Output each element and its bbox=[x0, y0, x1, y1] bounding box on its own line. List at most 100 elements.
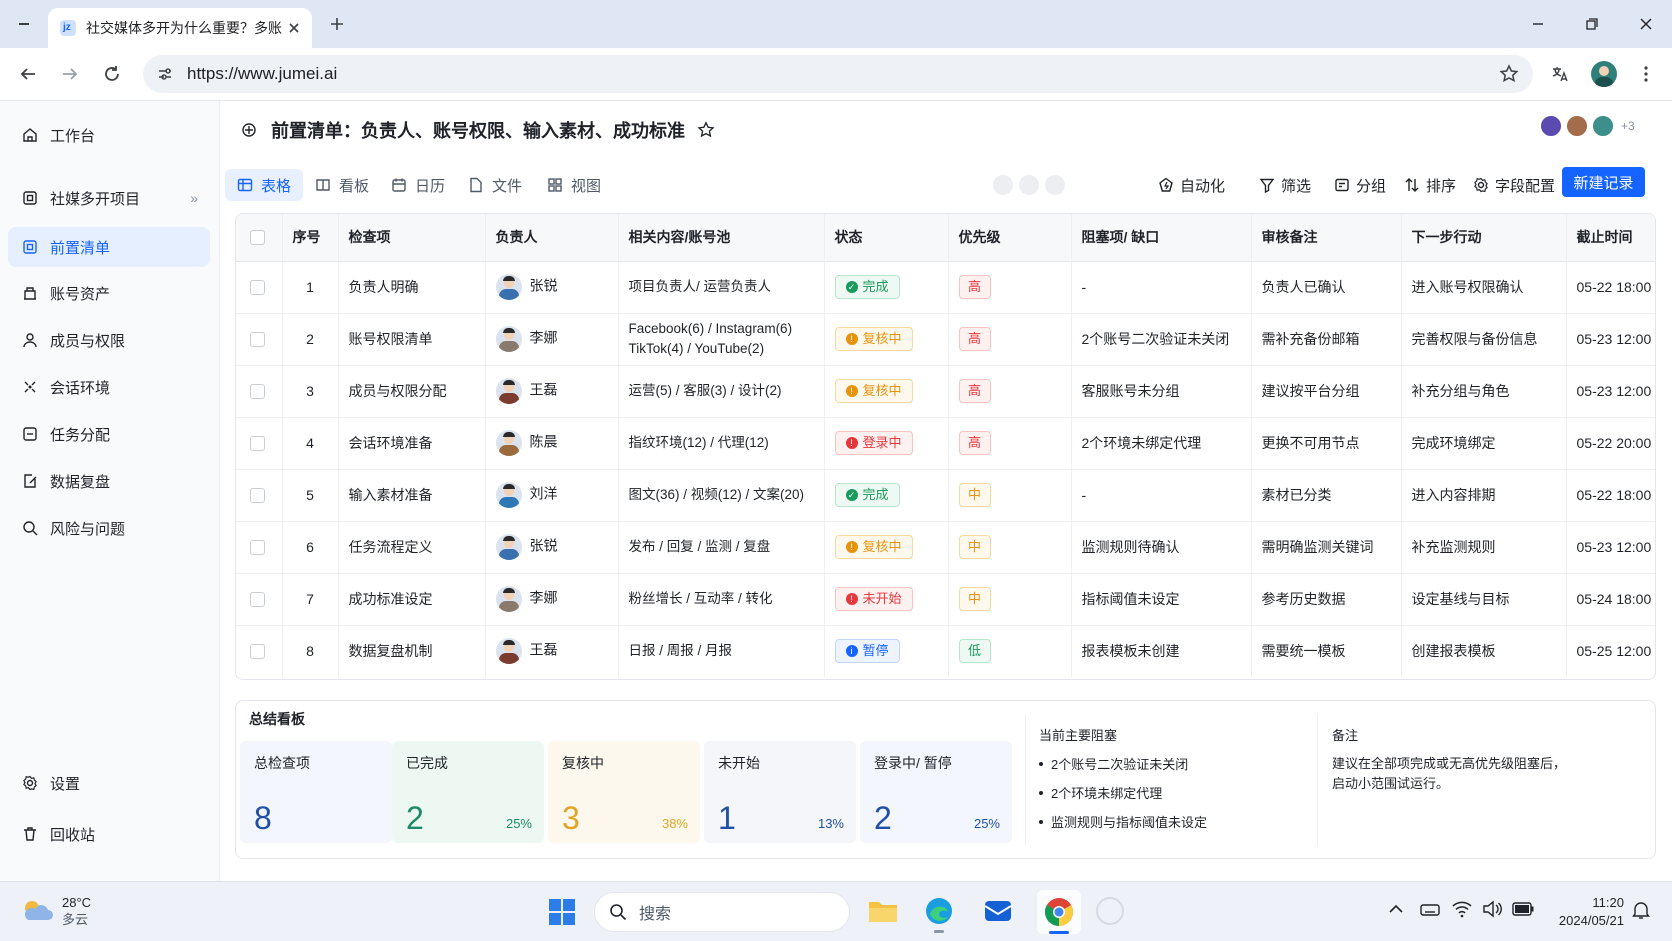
status-badge[interactable]: ! 未开始 bbox=[834, 587, 913, 611]
clock[interactable]: 11:20 2024/05/21 bbox=[1538, 894, 1624, 930]
hide-field-icon[interactable] bbox=[1019, 175, 1039, 195]
sidebar-item-data[interactable]: 数据复盘 bbox=[8, 461, 210, 501]
minimize-icon[interactable] bbox=[1524, 10, 1552, 38]
status-cell[interactable]: ! 登录中 bbox=[824, 417, 949, 470]
check-item[interactable]: 输入素材准备 bbox=[338, 469, 486, 522]
file-explorer-icon[interactable] bbox=[868, 898, 898, 924]
battery-icon[interactable] bbox=[1512, 902, 1534, 916]
priority-cell[interactable]: 低 bbox=[948, 625, 1072, 677]
sidebar-item-session[interactable]: 会话环境 bbox=[8, 367, 210, 407]
priority-cell[interactable]: 高 bbox=[948, 365, 1072, 418]
row-select-cell[interactable] bbox=[236, 573, 283, 626]
row-checkbox[interactable] bbox=[250, 591, 265, 607]
owner-cell[interactable]: 张锐 bbox=[485, 261, 619, 314]
status-badge[interactable]: ! 复核中 bbox=[834, 379, 913, 403]
status-badge[interactable]: ! 复核中 bbox=[834, 535, 913, 559]
new-record-button[interactable]: 新建记录 bbox=[1562, 167, 1645, 197]
check-item[interactable]: 成员与权限分配 bbox=[338, 365, 486, 418]
notification-bell-icon[interactable] bbox=[1632, 900, 1650, 920]
column-header[interactable]: 优先级 bbox=[948, 214, 1072, 262]
column-header[interactable]: 相关内容/账号池 bbox=[618, 214, 825, 262]
priority-badge[interactable]: 中 bbox=[958, 535, 991, 559]
restore-icon[interactable] bbox=[1578, 10, 1606, 38]
tab-kanban[interactable]: 看板 bbox=[303, 169, 381, 201]
tab-calendar[interactable]: 日历 bbox=[379, 169, 457, 201]
status-badge[interactable]: ✓ 完成 bbox=[834, 275, 900, 299]
row-select-cell[interactable] bbox=[236, 417, 283, 470]
summary-card-total[interactable]: 总检查项 8 bbox=[240, 741, 392, 843]
column-header[interactable]: 负责人 bbox=[485, 214, 619, 262]
sidebar-item-tasks[interactable]: 任务分配 bbox=[8, 414, 210, 454]
row-checkbox[interactable] bbox=[250, 487, 265, 503]
owner-cell[interactable]: 王磊 bbox=[485, 625, 619, 677]
row-checkbox[interactable] bbox=[250, 643, 265, 659]
owner-cell[interactable]: 刘洋 bbox=[485, 469, 619, 522]
row-select-cell[interactable] bbox=[236, 625, 283, 677]
sidebar-item-checklist[interactable]: 前置清单 bbox=[8, 227, 210, 267]
edge-icon[interactable] bbox=[924, 896, 954, 933]
status-cell[interactable]: ✓ 完成 bbox=[824, 261, 949, 314]
url-text[interactable]: https://www.jumei.ai bbox=[187, 64, 337, 84]
table-row[interactable]: 6 任务流程定义 张锐 发布 / 回复 / 监测 / 复盘! 复核中 中 监测规则待确认 需明… bbox=[236, 521, 1655, 574]
summary-card-reviewing[interactable]: 复核中 3 38% bbox=[548, 741, 700, 843]
sidebar-item-workbench[interactable]: 工作台 bbox=[8, 115, 210, 155]
bookmark-star-icon[interactable] bbox=[1499, 64, 1519, 84]
favorite-star-icon[interactable] bbox=[697, 121, 715, 139]
sidebar-item-project[interactable]: 社媒多开项目 » bbox=[8, 178, 210, 218]
owner-cell[interactable]: 张锐 bbox=[485, 521, 619, 574]
status-cell[interactable]: ✓ 完成 bbox=[824, 469, 949, 522]
summary-card-not-started[interactable]: 未开始 1 13% bbox=[704, 741, 856, 843]
status-cell[interactable]: ! 复核中 bbox=[824, 521, 949, 574]
reload-icon[interactable] bbox=[96, 58, 128, 90]
close-tab-icon[interactable] bbox=[288, 22, 300, 34]
collaborators[interactable]: +3 bbox=[1539, 114, 1635, 138]
weather-widget[interactable]: 28°C 多云 bbox=[20, 894, 91, 928]
summary-card-done[interactable]: 已完成 2 25% bbox=[392, 741, 544, 843]
table-row[interactable]: 1 负责人明确 张锐 项目负责人/ 运营负责人 ✓ 完成 高 - 负责人已确认 进入账号权限确认 0… bbox=[236, 261, 1655, 314]
row-checkbox[interactable] bbox=[250, 383, 265, 399]
status-cell[interactable]: i 暂停 bbox=[824, 625, 949, 677]
forward-icon[interactable] bbox=[54, 58, 86, 90]
table-row[interactable]: 8 数据复盘机制 王磊 日报 / 周报 / 月报 i 暂停 低 报表模板未创建 需要统一模板 创建… bbox=[236, 625, 1655, 677]
column-header[interactable]: 下一步行动 bbox=[1401, 214, 1567, 262]
check-item[interactable]: 数据复盘机制 bbox=[338, 625, 486, 677]
wifi-icon[interactable] bbox=[1452, 900, 1472, 918]
row-select-cell[interactable] bbox=[236, 261, 283, 314]
tab-table[interactable]: 表格 bbox=[225, 169, 304, 201]
row-select-cell[interactable] bbox=[236, 313, 283, 366]
priority-cell[interactable]: 高 bbox=[948, 313, 1072, 366]
sidebar-item-assets[interactable]: 账号资产 bbox=[8, 273, 210, 313]
check-item[interactable]: 任务流程定义 bbox=[338, 521, 486, 574]
new-tab-icon[interactable] bbox=[323, 10, 351, 38]
column-header[interactable]: 截止时间 bbox=[1566, 214, 1655, 262]
tab-views[interactable]: 视图 bbox=[535, 169, 613, 201]
row-checkbox[interactable] bbox=[250, 279, 265, 295]
more-icon[interactable] bbox=[1045, 175, 1065, 195]
owner-cell[interactable]: 李娜 bbox=[485, 573, 619, 626]
hide-field-icon[interactable] bbox=[993, 175, 1013, 195]
priority-cell[interactable]: 高 bbox=[948, 261, 1072, 314]
row-select-cell[interactable] bbox=[236, 469, 283, 522]
keyboard-icon[interactable] bbox=[1420, 902, 1440, 918]
row-checkbox[interactable] bbox=[250, 435, 265, 451]
tray-chevron-icon[interactable] bbox=[1388, 904, 1404, 914]
owner-cell[interactable]: 王磊 bbox=[485, 365, 619, 418]
start-button[interactable] bbox=[548, 898, 576, 926]
priority-cell[interactable]: 中 bbox=[948, 469, 1072, 522]
status-badge[interactable]: i 暂停 bbox=[834, 639, 900, 664]
group-button[interactable]: 分组 bbox=[1334, 169, 1386, 201]
sidebar-item-settings[interactable]: 设置 bbox=[8, 763, 210, 803]
taskbar-search[interactable]: 搜索 bbox=[594, 892, 850, 932]
field-toggle-group[interactable] bbox=[993, 169, 1065, 201]
priority-cell[interactable]: 高 bbox=[948, 417, 1072, 470]
column-header[interactable]: 审核备注 bbox=[1251, 214, 1402, 262]
back-icon[interactable] bbox=[12, 58, 44, 90]
priority-badge[interactable]: 中 bbox=[958, 587, 991, 611]
tab-files[interactable]: 文件 bbox=[456, 169, 534, 201]
sort-button[interactable]: 排序 bbox=[1404, 169, 1456, 201]
row-select-cell[interactable] bbox=[236, 365, 283, 418]
column-header[interactable]: 序号 bbox=[282, 214, 339, 262]
check-item[interactable]: 负责人明确 bbox=[338, 261, 486, 314]
column-header[interactable]: 状态 bbox=[824, 214, 949, 262]
column-header[interactable]: 阻塞项/ 缺口 bbox=[1071, 214, 1252, 262]
